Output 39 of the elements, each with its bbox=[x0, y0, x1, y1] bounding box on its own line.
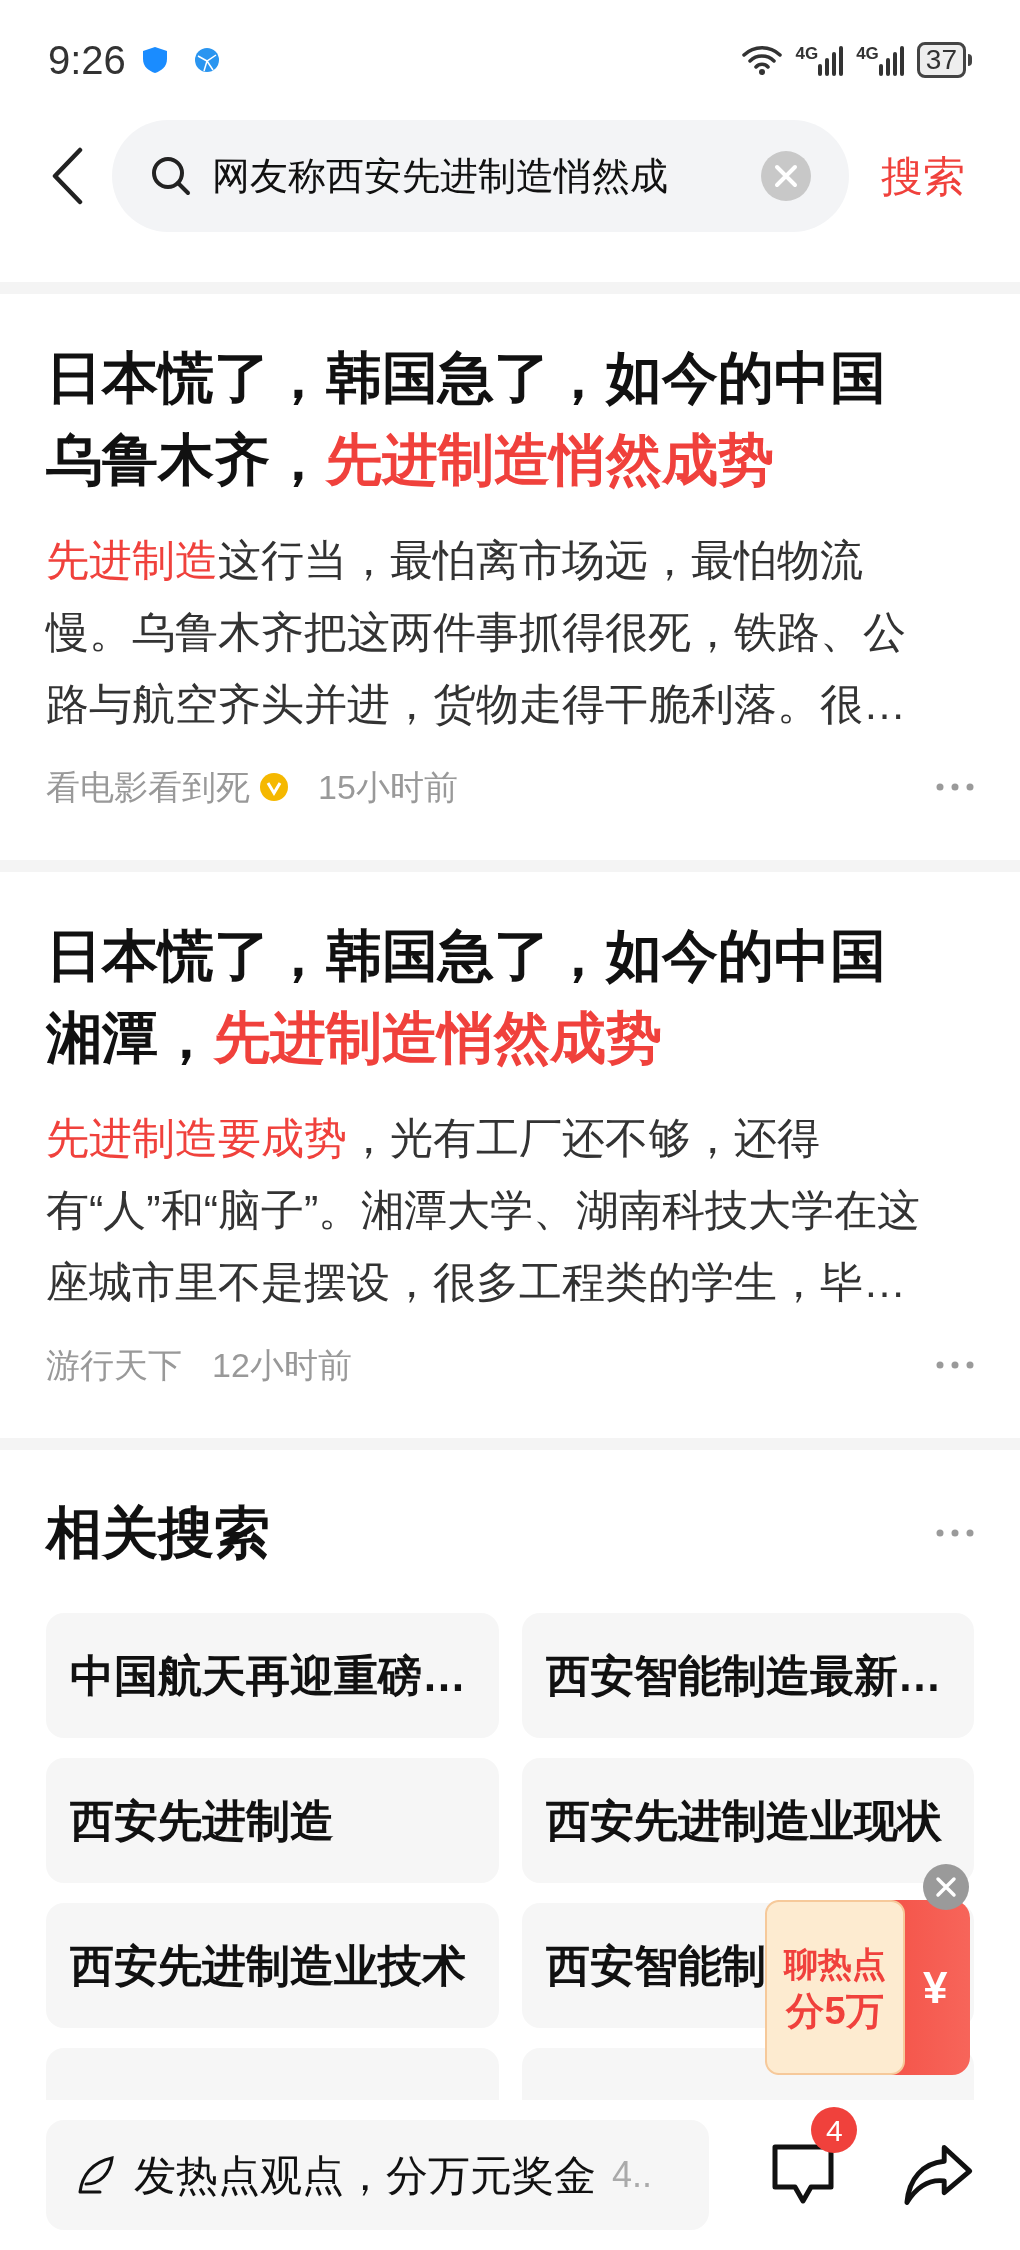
article-title: 日本慌了，韩国急了，如今的中国乌鲁木齐，先进制造悄然成势 bbox=[46, 345, 887, 493]
share-icon[interactable] bbox=[903, 2143, 974, 2207]
network-label: 4G bbox=[856, 45, 879, 62]
close-icon[interactable] bbox=[923, 1864, 969, 1910]
signal-icon bbox=[878, 44, 905, 76]
shield-icon bbox=[141, 46, 168, 74]
status-time: 9:26 bbox=[48, 37, 126, 84]
more-icon[interactable] bbox=[936, 1361, 974, 1369]
more-icon[interactable] bbox=[936, 1529, 974, 1537]
promo-line: 聊热点 bbox=[784, 1943, 886, 1985]
signal-icon bbox=[818, 44, 845, 76]
comment-field[interactable]: 发热点观点，分万元奖金 4.. bbox=[46, 2120, 710, 2230]
related-search-item[interactable]: 中国航天再迎重磅… bbox=[46, 1613, 499, 1738]
comment-placeholder: 发热点观点，分万元奖金 bbox=[134, 2150, 596, 2201]
article-summary: 先进制造这行当，最怕离市场远，最怕物流慢。乌鲁木齐把这两件事抓得很死，铁路、公路与航空齐头并进，货物走得干脆利落。很… bbox=[46, 535, 907, 730]
network-label: 4G bbox=[795, 45, 819, 62]
battery-level: 37 bbox=[916, 42, 966, 78]
battery-tip bbox=[968, 54, 972, 66]
comment-count-badge: 4 bbox=[811, 2107, 858, 2153]
post-time: 15小时前 bbox=[318, 766, 458, 808]
article-summary: 先进制造要成势，光有工厂还不够，还得有“人”和“脑子”。湘潭大学、湖南科技大学在这座城市里不是摆设，很多工程类的学生，毕… bbox=[46, 1113, 922, 1308]
back-icon[interactable] bbox=[50, 147, 84, 205]
search-value: 网友称西安先进制造悄然成 bbox=[212, 153, 668, 199]
search-button[interactable]: 搜索 bbox=[881, 144, 965, 208]
article-title: 日本慌了，韩国急了，如今的中国湘潭，先进制造悄然成势 bbox=[46, 923, 887, 1071]
related-search-item[interactable]: 西安先进制造业技术 bbox=[46, 1903, 499, 2028]
clear-icon[interactable] bbox=[761, 151, 811, 201]
post-time: 12小时前 bbox=[212, 1344, 352, 1386]
related-search-item[interactable]: 西安智能制造最新… bbox=[521, 1613, 974, 1738]
related-search-item[interactable]: 西安先进制造 bbox=[46, 1758, 499, 1883]
wifi-icon bbox=[741, 44, 784, 76]
search-field[interactable]: 网友称西安先进制造悄然成 bbox=[112, 120, 849, 232]
globe-icon bbox=[193, 47, 220, 73]
related-search-item[interactable]: 西安先进制造业现状 bbox=[521, 1758, 974, 1883]
more-icon[interactable] bbox=[936, 783, 974, 791]
promo-symbol: ¥ bbox=[923, 1961, 948, 2014]
search-icon bbox=[150, 155, 192, 197]
section-title: 相关搜索 bbox=[46, 1500, 270, 1566]
comment-hint: 4.. bbox=[612, 2153, 653, 2197]
